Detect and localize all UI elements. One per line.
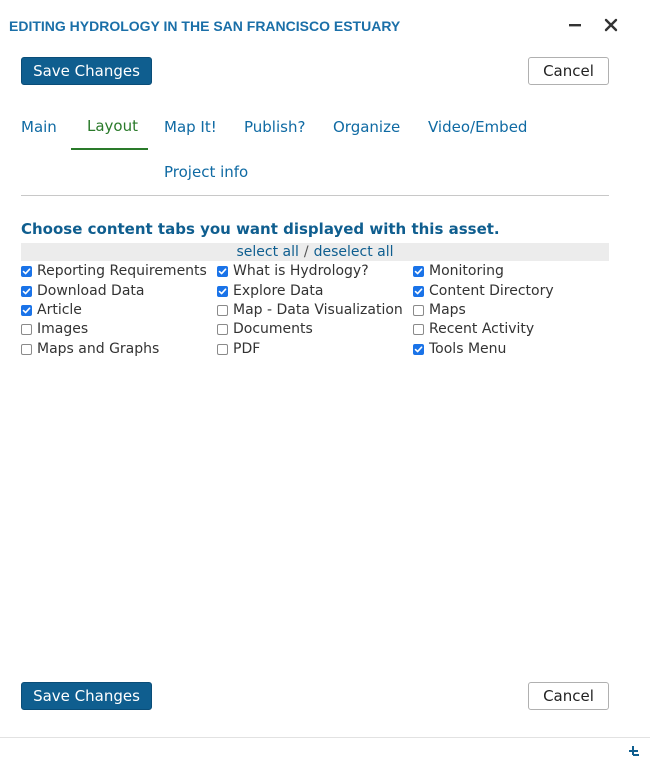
checkmark-icon [414,345,423,352]
option-label: Images [37,321,89,337]
select-separator: / [303,244,309,260]
option-label: Documents [233,321,313,337]
option-download-data[interactable]: Download Data [21,282,144,300]
option-recent-activity[interactable]: Recent Activity [413,320,534,338]
footer-divider [0,737,650,738]
title-bar: EDITING HYDROLOGY IN THE SAN FRANCISCO E… [0,0,650,48]
option-label: Maps and Graphs [37,341,160,357]
option-label: What is Hydrology? [233,263,369,279]
tab-video-embed[interactable]: Video/Embed [428,118,527,136]
tab-publish[interactable]: Publish? [244,118,305,136]
checkbox-monitoring[interactable] [413,265,424,277]
option-label: Monitoring [429,263,504,279]
tab-project-info[interactable]: Project info [164,163,248,181]
checkbox-maps[interactable] [413,304,424,316]
window-title: EDITING HYDROLOGY IN THE SAN FRANCISCO E… [9,18,401,34]
option-label: Download Data [37,283,145,299]
save-changes-button-top[interactable]: Save Changes [21,57,152,85]
tab-layout[interactable]: Layout [87,117,138,135]
checkbox-map-data-visualization[interactable] [217,304,228,316]
option-map-data-visualization[interactable]: Map - Data Visualization [217,301,403,319]
checkbox-tools-menu[interactable] [413,343,424,355]
option-label: Article [37,302,82,318]
option-pdf[interactable]: PDF [217,340,260,358]
option-label: Reporting Requirements [37,263,207,279]
checkbox-maps-and-graphs[interactable] [21,343,32,355]
option-content-directory[interactable]: Content Directory [413,282,554,300]
checkmark-icon [218,267,227,274]
close-button[interactable] [600,14,622,36]
save-changes-button-bottom[interactable]: Save Changes [21,682,152,710]
resize-handle[interactable] [628,744,640,756]
checkmark-icon [22,306,31,313]
select-all-link[interactable]: select all [236,244,298,260]
option-maps[interactable]: Maps [413,301,466,319]
checkbox-article[interactable] [21,304,32,316]
checkbox-download-data[interactable] [21,285,32,297]
cancel-button-bottom[interactable]: Cancel [528,682,609,710]
tabs-divider [21,195,609,196]
option-article[interactable]: Article [21,301,82,319]
option-images[interactable]: Images [21,320,88,338]
option-explore-data[interactable]: Explore Data [217,282,323,300]
option-monitoring[interactable]: Monitoring [413,262,504,280]
option-tools-menu[interactable]: Tools Menu [413,340,506,358]
option-label: Maps [429,302,466,318]
checkbox-pdf[interactable] [217,343,228,355]
checkmark-icon [22,287,31,294]
option-label: Explore Data [233,283,324,299]
minimize-button[interactable] [564,14,586,36]
deselect-all-link[interactable]: deselect all [314,244,394,260]
checkmark-icon [218,287,227,294]
active-tab-indicator [71,148,148,150]
option-reporting-requirements[interactable]: Reporting Requirements [21,262,207,280]
option-label: PDF [233,341,261,357]
select-bar: select all / deselect all [21,243,609,261]
option-label: Recent Activity [429,321,535,337]
checkbox-content-directory[interactable] [413,285,424,297]
option-label: Map - Data Visualization [233,302,403,318]
option-maps-and-graphs[interactable]: Maps and Graphs [21,340,159,358]
tab-map-it[interactable]: Map It! [164,118,217,136]
option-label: Content Directory [429,283,554,299]
checkbox-reporting-requirements[interactable] [21,265,32,277]
option-label: Tools Menu [429,341,507,357]
option-documents[interactable]: Documents [217,320,313,338]
checkmark-icon [414,267,423,274]
checkbox-what-is-hydrology[interactable] [217,265,228,277]
cancel-button-top[interactable]: Cancel [528,57,609,85]
resize-handle-icon [629,746,639,756]
tab-organize[interactable]: Organize [333,118,400,136]
content-tabs-heading: Choose content tabs you want displayed w… [21,220,500,238]
minimize-icon [569,24,581,27]
option-what-is-hydrology[interactable]: What is Hydrology? [217,262,369,280]
checkbox-explore-data[interactable] [217,285,228,297]
checkmark-icon [22,267,31,274]
checkbox-documents[interactable] [217,323,228,335]
checkmark-icon [414,287,423,294]
tab-main[interactable]: Main [21,118,57,136]
checkbox-images[interactable] [21,323,32,335]
checkbox-recent-activity[interactable] [413,323,424,335]
close-icon [604,18,618,32]
